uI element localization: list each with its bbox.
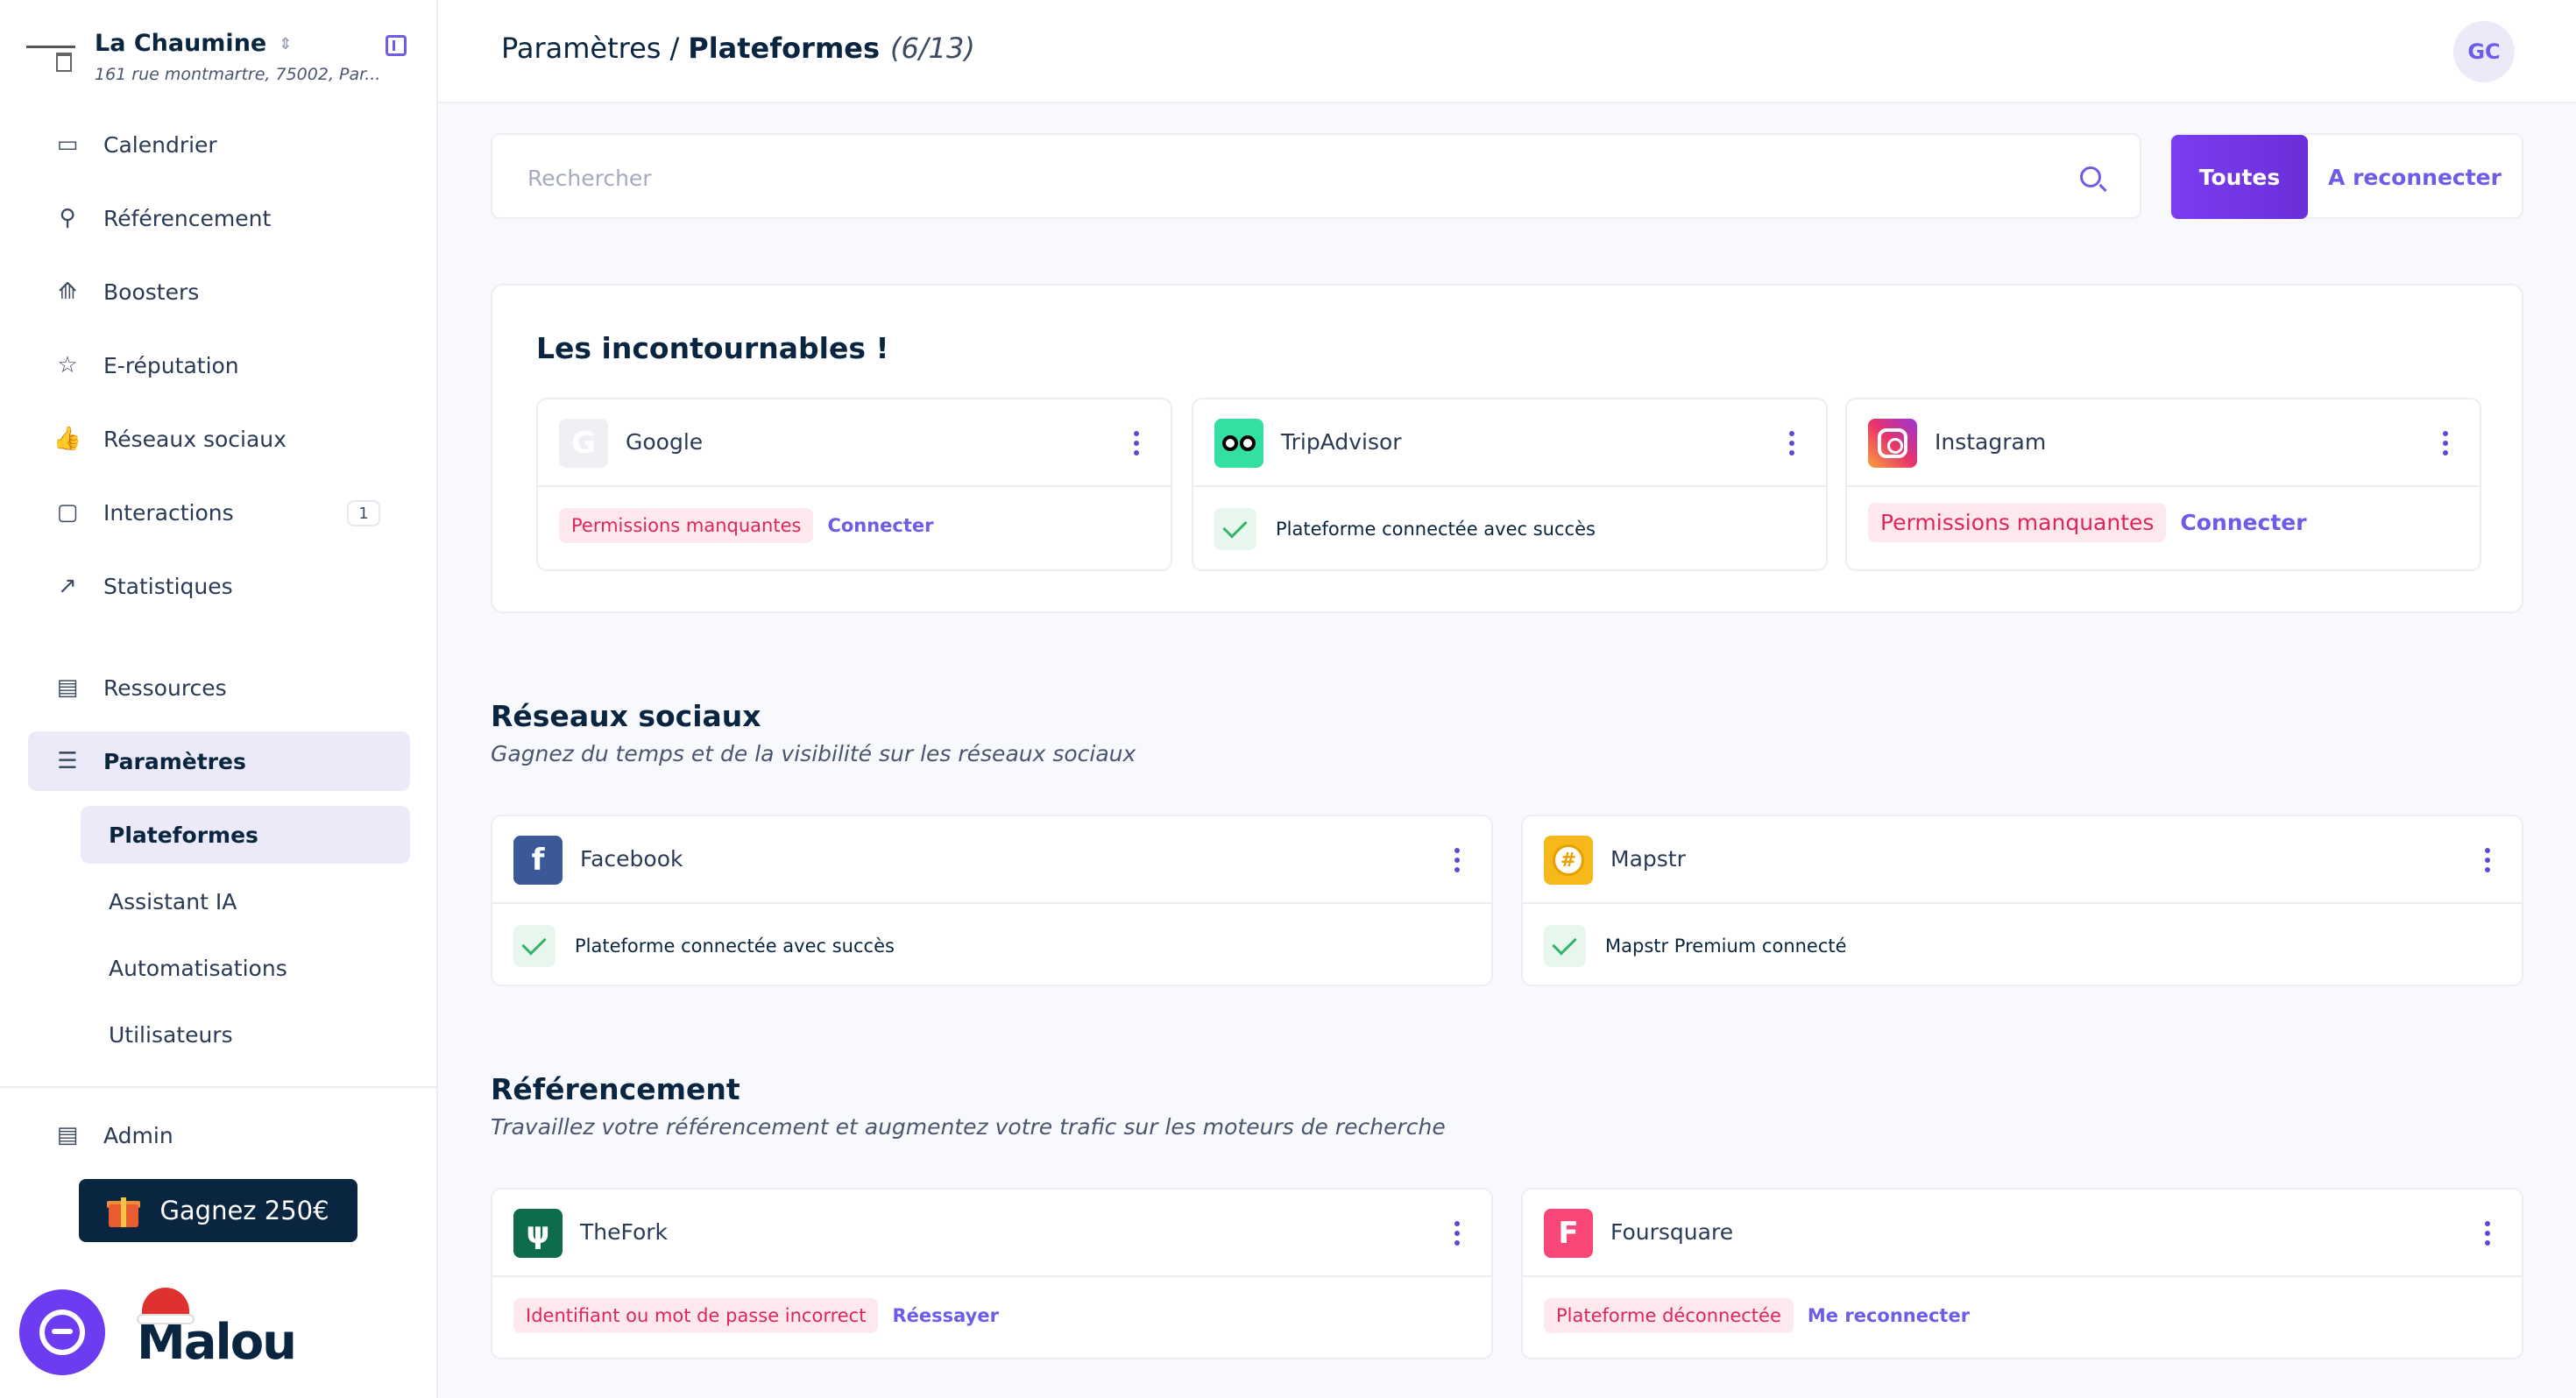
platform-name: TheFork <box>580 1219 669 1245</box>
facebook-logo-icon: f <box>513 836 563 885</box>
filter-all-button[interactable]: Toutes <box>2171 135 2308 219</box>
tripadvisor-logo-icon <box>1214 419 1263 468</box>
platform-card-facebook: f Facebook Plateforme connectée avec suc… <box>491 815 1493 986</box>
kebab-menu-icon[interactable] <box>1454 848 1460 874</box>
thumbs-up-icon: 👍 <box>53 426 82 452</box>
rocket-icon: ⟰ <box>58 279 77 305</box>
restaurant-name: La Chaumine <box>95 30 267 57</box>
nav-calendrier[interactable]: ▭ Calendrier <box>28 115 410 174</box>
sidebar-divider <box>0 1086 438 1088</box>
nav-parametres[interactable]: ☰ Paramètres <box>28 731 410 791</box>
status-text: Plateforme connectée avec succès <box>1276 519 1596 540</box>
essentials-title: Les incontournables ! <box>536 331 889 365</box>
kebab-menu-icon[interactable] <box>1134 431 1139 457</box>
status-badge: Plateforme déconnectée <box>1544 1298 1794 1333</box>
collapse-sidebar-icon[interactable] <box>386 35 407 56</box>
kebab-menu-icon[interactable] <box>1454 1221 1460 1247</box>
subnav-plateformes[interactable]: Plateformes <box>81 806 410 864</box>
star-icon: ☆ <box>57 352 78 378</box>
connect-link[interactable]: Connecter <box>2180 510 2306 535</box>
status-badge: Identifiant ou mot de passe incorrect <box>513 1298 879 1333</box>
subnav-utilisateurs[interactable]: Utilisateurs <box>81 1006 410 1063</box>
chevron-updown-icon: ⇕ <box>279 35 293 53</box>
nav-boosters[interactable]: ⟰ Boosters <box>28 262 410 321</box>
filter-reconnect-button[interactable]: A reconnecter <box>2308 135 2522 219</box>
subnav-assistant-ia[interactable]: Assistant IA <box>81 872 410 930</box>
check-icon <box>1544 925 1586 967</box>
restaurant-selector[interactable]: La Chaumine ⇕ 161 rue montmartre, 75002, … <box>26 26 412 96</box>
chat-icon <box>39 1310 85 1355</box>
seo-section-title: Référencement <box>491 1072 740 1106</box>
seo-section-subtitle: Travaillez votre référencement et augmen… <box>491 1114 1446 1140</box>
check-icon <box>513 925 556 967</box>
subnav-automatisations[interactable]: Automatisations <box>81 939 410 997</box>
platform-name: Foursquare <box>1610 1219 1734 1245</box>
search-bar <box>491 133 2141 219</box>
status-badge: Permissions manquantes <box>559 508 814 543</box>
thefork-logo-icon: ψ <box>513 1209 563 1258</box>
breadcrumb-parent[interactable]: Paramètres <box>501 32 661 65</box>
resources-icon: ▤ <box>56 674 79 701</box>
user-avatar[interactable]: GC <box>2453 21 2515 82</box>
trend-up-icon: ↗ <box>58 573 77 599</box>
platform-card-thefork: ψ TheFork Identifiant ou mot de passe in… <box>491 1188 1493 1359</box>
status-text: Mapstr Premium connecté <box>1605 936 1847 957</box>
connect-link[interactable]: Connecter <box>827 515 933 536</box>
platform-name: Instagram <box>1935 429 2047 455</box>
kebab-menu-icon[interactable] <box>2485 1221 2490 1247</box>
platform-name: Facebook <box>580 846 683 872</box>
platform-card-mapstr: # Mapstr Mapstr Premium connecté <box>1521 815 2523 986</box>
sidebar: La Chaumine ⇕ 161 rue montmartre, 75002, … <box>0 0 438 1398</box>
referral-gift-button[interactable]: Gagnez 250€ <box>79 1179 357 1242</box>
nav-referencement[interactable]: ⚲ Référencement <box>28 188 410 248</box>
platform-card-foursquare: F Foursquare Plateforme déconnectée Me r… <box>1521 1188 2523 1359</box>
platform-name: Mapstr <box>1610 846 1686 872</box>
admin-icon: ▤ <box>56 1122 79 1148</box>
retry-link[interactable]: Réessayer <box>892 1305 998 1326</box>
kebab-menu-icon[interactable] <box>1789 431 1794 457</box>
nav-admin[interactable]: ▤ Admin <box>28 1105 410 1165</box>
check-icon <box>1214 508 1256 550</box>
search-icon[interactable] <box>2080 166 2101 187</box>
search-input[interactable] <box>527 161 2017 194</box>
chat-icon: ▢ <box>56 499 79 526</box>
platform-card-tripadvisor: TripAdvisor Plateforme connectée avec su… <box>1192 398 1828 571</box>
status-badge: Permissions manquantes <box>1868 503 2167 542</box>
status-text: Plateforme connectée avec succès <box>575 936 895 957</box>
chat-support-button[interactable] <box>19 1289 105 1375</box>
nav-ereputation[interactable]: ☆ E-réputation <box>28 335 410 395</box>
restaurant-thumbnail <box>26 40 75 79</box>
kebab-menu-icon[interactable] <box>2443 431 2448 457</box>
social-section-title: Réseaux sociaux <box>491 699 761 733</box>
page-header: Paramètres / Plateformes (6/13) GC <box>438 0 2576 103</box>
platform-card-google: G Google Permissions manquantes Connecte… <box>536 398 1172 571</box>
platforms-count: (6/13) <box>890 32 975 65</box>
malou-logo: Malou <box>137 1288 303 1375</box>
breadcrumb: Paramètres / Plateformes (6/13) <box>501 32 975 65</box>
instagram-logo-icon <box>1868 419 1917 468</box>
foursquare-logo-icon: F <box>1544 1209 1593 1258</box>
social-section-subtitle: Gagnez du temps et de la visibilité sur … <box>491 741 1136 766</box>
restaurant-address: 161 rue montmartre, 75002, Par... <box>95 65 381 84</box>
kebab-menu-icon[interactable] <box>2485 848 2490 874</box>
gift-icon <box>107 1194 141 1227</box>
breadcrumb-current: Plateformes <box>688 32 881 65</box>
essentials-section: Les incontournables ! G Google Permissio… <box>491 284 2523 613</box>
nav-ressources[interactable]: ▤ Ressources <box>28 658 410 717</box>
filter-toggle: Toutes A reconnecter <box>2169 133 2523 219</box>
mapstr-logo-icon: # <box>1544 836 1593 885</box>
nav-statistiques[interactable]: ↗ Statistiques <box>28 556 410 616</box>
google-logo-icon: G <box>559 419 608 468</box>
nav-reseaux-sociaux[interactable]: 👍 Réseaux sociaux <box>28 409 410 469</box>
nav-interactions[interactable]: ▢ Interactions 1 <box>28 483 410 542</box>
platform-name: Google <box>626 429 704 455</box>
sliders-icon: ☰ <box>57 748 78 774</box>
platform-card-instagram: Instagram Permissions manquantes Connect… <box>1845 398 2481 571</box>
interactions-count-badge: 1 <box>347 500 380 526</box>
reconnect-link[interactable]: Me reconnecter <box>1808 1305 1970 1326</box>
search-icon: ⚲ <box>59 205 76 231</box>
calendar-icon: ▭ <box>56 131 79 158</box>
platform-name: TripAdvisor <box>1281 429 1402 455</box>
